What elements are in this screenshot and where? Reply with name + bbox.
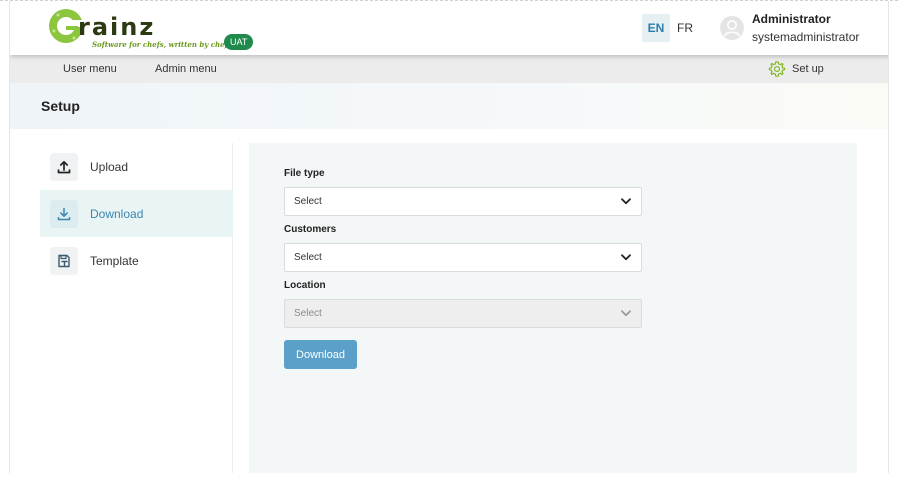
user-name[interactable]: Administrator [752,12,831,26]
lang-fr-button[interactable]: FR [674,14,696,42]
top-header: rainz Software for chefs, written by che… [10,1,888,55]
user-avatar[interactable] [720,16,744,40]
logo-tagline: Software for chefs, written by chefs [92,40,232,49]
logo-wordmark: rainz [78,13,156,41]
setup-sidebar: Upload Download Template [40,143,233,473]
download-icon [50,199,78,228]
gear-icon [768,61,786,77]
user-icon [723,20,741,37]
download-form-panel: File type Select Customers Select Locati… [249,143,857,473]
download-button[interactable]: Download [284,340,357,369]
sidebar-item-label: Download [90,206,144,221]
chevron-down-icon [621,254,631,261]
customers-label: Customers [284,224,337,235]
chevron-down-icon [621,310,631,317]
chevron-down-icon [621,198,631,205]
sidebar-item-template[interactable]: Template [40,237,233,284]
nav-admin-menu[interactable]: Admin menu [155,63,217,75]
user-login[interactable]: systemadministrator [752,30,859,44]
file-type-label: File type [284,168,325,179]
template-icon [50,246,78,275]
location-select[interactable]: Select [284,299,642,328]
nav-setup[interactable]: Set up [768,60,824,78]
nav-user-menu[interactable]: User menu [63,63,117,75]
file-type-value: Select [294,196,322,207]
main-nav: User menu Admin menu Set up [10,55,888,83]
app-window: rainz Software for chefs, written by che… [9,1,889,473]
title-band: Setup [10,83,888,129]
location-value: Select [294,308,322,319]
customers-select[interactable]: Select [284,243,642,272]
sidebar-item-download[interactable]: Download [40,190,233,237]
upload-icon [50,152,78,181]
grainz-logo[interactable]: rainz Software for chefs, written by che… [48,7,258,51]
sidebar-item-label: Template [90,253,139,268]
customers-value: Select [294,252,322,263]
location-label: Location [284,280,326,291]
env-badge: UAT [224,34,254,50]
file-type-select[interactable]: Select [284,187,642,216]
sidebar-item-upload[interactable]: Upload [40,143,233,190]
lang-en-button[interactable]: EN [642,14,670,42]
nav-setup-label: Set up [792,63,824,75]
page-title: Setup [41,98,80,114]
sidebar-item-label: Upload [90,159,129,174]
